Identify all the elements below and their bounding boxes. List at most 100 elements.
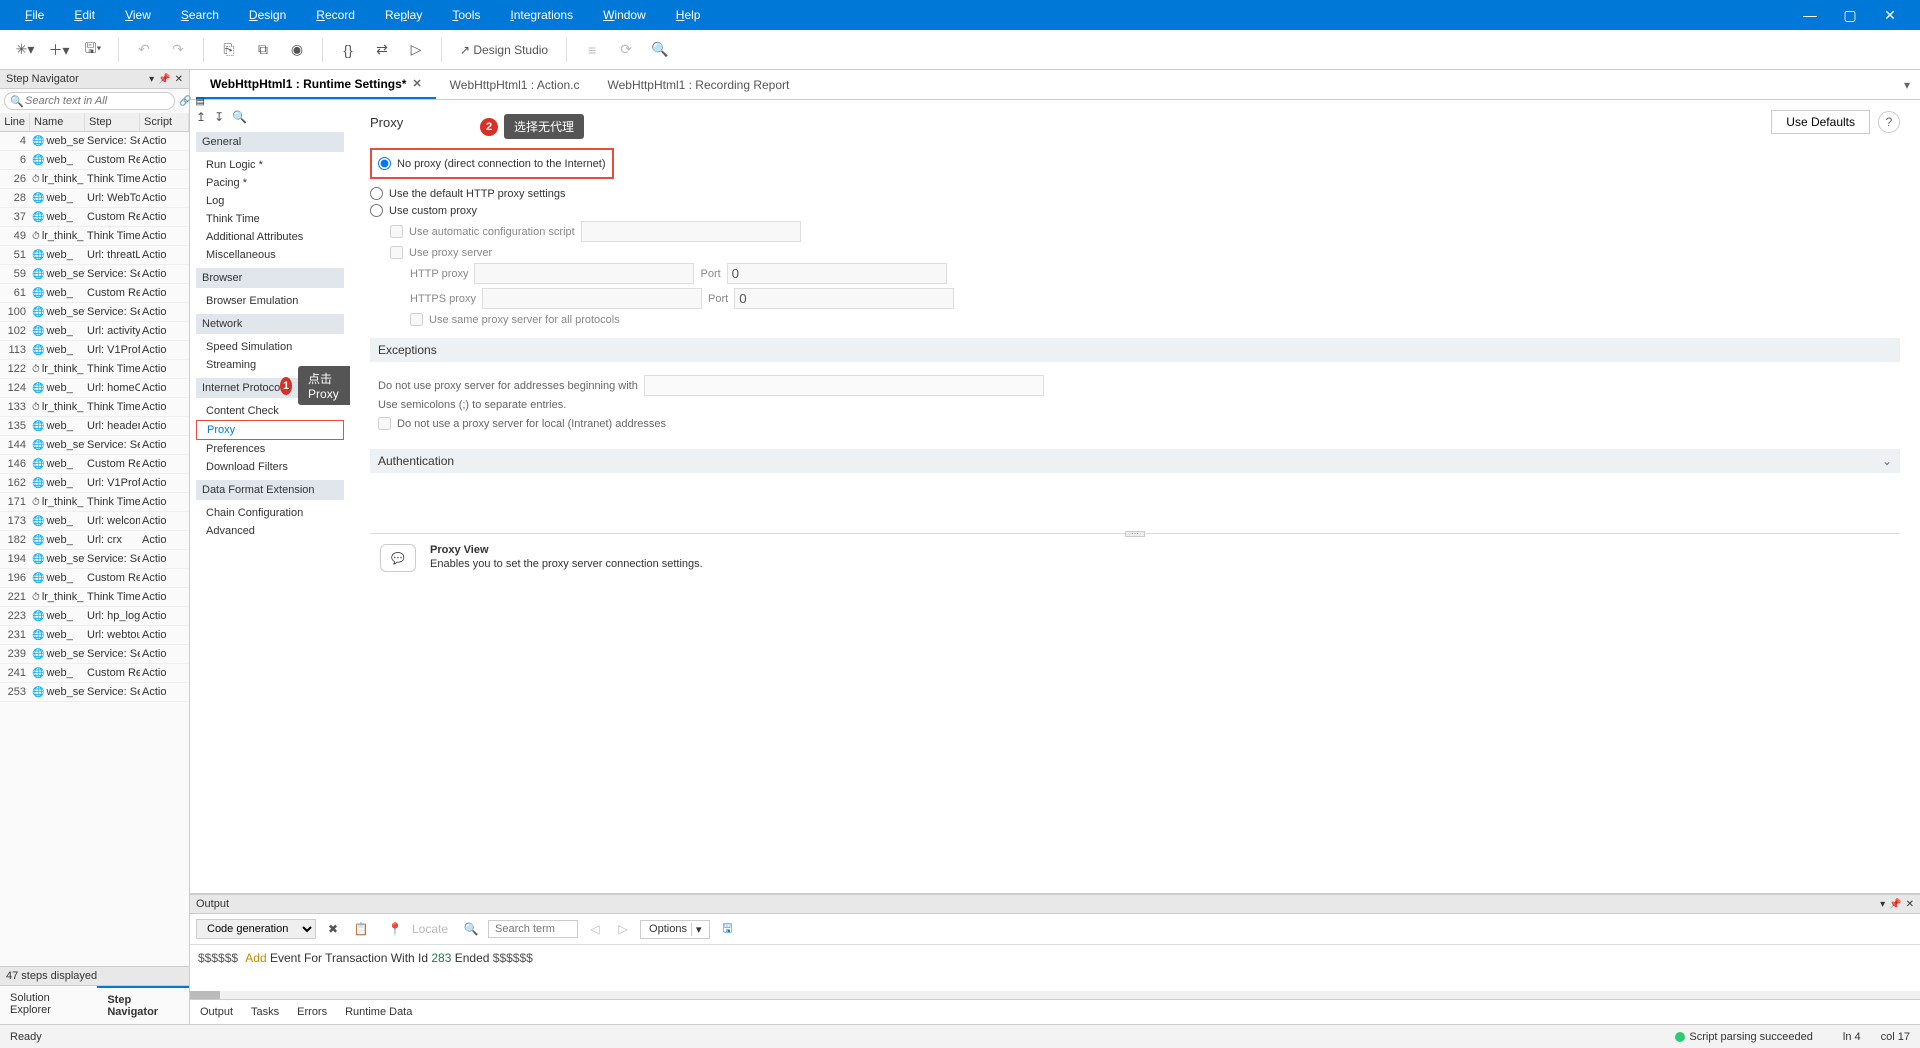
- output-scrollbar[interactable]: [190, 991, 1920, 999]
- col-name-header[interactable]: Name: [30, 113, 85, 131]
- step-row[interactable]: 113🌐web_Url: V1ProfilActio: [0, 341, 189, 360]
- import-icon[interactable]: ↧: [214, 110, 224, 124]
- redo-button[interactable]: ↷: [163, 35, 193, 65]
- item-pacing[interactable]: Pacing *: [196, 174, 344, 192]
- out-tab-output[interactable]: Output: [200, 1006, 233, 1018]
- tab-solution-explorer[interactable]: Solution Explorer: [0, 986, 97, 1024]
- col-script-header[interactable]: Script: [140, 113, 189, 131]
- menu-view[interactable]: View: [110, 8, 166, 22]
- item-speed-sim[interactable]: Speed Simulation: [196, 338, 344, 356]
- step-row[interactable]: 223🌐web_Url: hp_logoActio: [0, 607, 189, 626]
- step-row[interactable]: 49⏱lr_think_Think Time -Actio: [0, 227, 189, 246]
- output-pin-icon[interactable]: 📌: [1889, 899, 1901, 910]
- radio-no-proxy-input[interactable]: [378, 157, 391, 170]
- item-advanced[interactable]: Advanced: [196, 522, 344, 540]
- item-think-time[interactable]: Think Time: [196, 210, 344, 228]
- step-row[interactable]: 26⏱lr_think_Think Time -Actio: [0, 170, 189, 189]
- output-search-icon[interactable]: 🔍: [460, 918, 482, 940]
- search-next-icon[interactable]: ▷: [612, 918, 634, 940]
- auth-expand-icon[interactable]: ⌄: [1882, 454, 1892, 468]
- tabs-overflow-icon[interactable]: ▾: [1894, 78, 1920, 92]
- undo-button[interactable]: ↶: [129, 35, 159, 65]
- play-button[interactable]: ▷: [401, 35, 431, 65]
- panel-close-icon[interactable]: ✕: [175, 74, 183, 85]
- step-row[interactable]: 6🌐web_Custom RecActio: [0, 151, 189, 170]
- out-tab-errors[interactable]: Errors: [297, 1006, 327, 1018]
- radio-default-proxy-input[interactable]: [370, 187, 383, 200]
- col-step-header[interactable]: Step: [85, 113, 140, 131]
- search-tool-icon[interactable]: 🔍: [645, 35, 675, 65]
- item-chain-config[interactable]: Chain Configuration: [196, 504, 344, 522]
- step-row[interactable]: 171⏱lr_think_Think Time -Actio: [0, 493, 189, 512]
- out-tab-tasks[interactable]: Tasks: [251, 1006, 279, 1018]
- step-row[interactable]: 102🌐web_Url: activitysActio: [0, 322, 189, 341]
- radio-default-proxy[interactable]: Use the default HTTP proxy settings: [370, 187, 1900, 200]
- tool-btn-1[interactable]: ⎘: [214, 35, 244, 65]
- step-nav-search-input[interactable]: [4, 92, 175, 110]
- menu-record[interactable]: Record: [301, 8, 370, 22]
- col-line-header[interactable]: Line: [0, 113, 30, 131]
- add-dropdown[interactable]: ＋▾: [44, 35, 74, 65]
- step-row[interactable]: 4🌐web_setService: SetActio: [0, 132, 189, 151]
- menu-edit[interactable]: Edit: [59, 8, 110, 22]
- output-body[interactable]: $$$$$$ Add Event For Transaction With Id…: [190, 945, 1920, 991]
- item-download-filters[interactable]: Download Filters: [196, 458, 344, 476]
- help-button[interactable]: ?: [1878, 111, 1900, 133]
- menu-file[interactable]: File: [10, 8, 59, 22]
- step-row[interactable]: 196🌐web_Custom RecActio: [0, 569, 189, 588]
- item-misc[interactable]: Miscellaneous: [196, 246, 344, 264]
- step-row[interactable]: 146🌐web_Custom RecActio: [0, 455, 189, 474]
- step-row[interactable]: 194🌐web_setService: SetActio: [0, 550, 189, 569]
- output-filter-select[interactable]: Code generation: [196, 919, 316, 939]
- tab-step-navigator[interactable]: Step Navigator: [97, 986, 189, 1024]
- step-row[interactable]: 28🌐web_Url: WebTouActio: [0, 189, 189, 208]
- item-preferences[interactable]: Preferences: [196, 440, 344, 458]
- menu-replay[interactable]: Replay: [370, 8, 437, 22]
- step-row[interactable]: 61🌐web_Custom RecActio: [0, 284, 189, 303]
- cat-data-format[interactable]: Data Format Extension: [196, 480, 344, 500]
- tool-btn-2[interactable]: ⧉: [248, 35, 278, 65]
- design-studio-button[interactable]: ↗ Design Studio: [452, 43, 556, 57]
- menu-tools[interactable]: Tools: [437, 8, 495, 22]
- step-row[interactable]: 51🌐web_Url: threatLisActio: [0, 246, 189, 265]
- step-row[interactable]: 37🌐web_Custom RecActio: [0, 208, 189, 227]
- tab-action-c[interactable]: WebHttpHtml1 : Action.c: [436, 72, 594, 98]
- search-settings-icon[interactable]: 🔍: [232, 110, 247, 124]
- exceptions-section-header[interactable]: Exceptions: [370, 338, 1900, 362]
- step-row[interactable]: 231🌐web_Url: webtourActio: [0, 626, 189, 645]
- step-row[interactable]: 221⏱lr_think_Think Time -Actio: [0, 588, 189, 607]
- radio-custom-proxy[interactable]: Use custom proxy: [370, 204, 1900, 217]
- menu-window[interactable]: Window: [588, 8, 661, 22]
- menu-help[interactable]: Help: [661, 8, 716, 22]
- save-dropdown[interactable]: 🖫▾: [78, 35, 108, 65]
- out-tab-runtime[interactable]: Runtime Data: [345, 1006, 412, 1018]
- search-prev-icon[interactable]: ◁: [584, 918, 606, 940]
- step-row[interactable]: 182🌐web_Url: crxActio: [0, 531, 189, 550]
- radio-custom-proxy-input[interactable]: [370, 204, 383, 217]
- record-button[interactable]: ◉: [282, 35, 312, 65]
- radio-no-proxy[interactable]: No proxy (direct connection to the Inter…: [378, 157, 606, 170]
- cat-network[interactable]: Network: [196, 314, 344, 334]
- tab-recording-report[interactable]: WebHttpHtml1 : Recording Report: [594, 72, 804, 98]
- step-row[interactable]: 135🌐web_Url: header.lActio: [0, 417, 189, 436]
- step-row[interactable]: 239🌐web_setService: SetActio: [0, 645, 189, 664]
- export-icon[interactable]: ↥: [196, 110, 206, 124]
- item-browser-emu[interactable]: Browser Emulation: [196, 292, 344, 310]
- item-log[interactable]: Log: [196, 192, 344, 210]
- cat-general[interactable]: General: [196, 132, 344, 152]
- compile-button[interactable]: ⇄: [367, 35, 397, 65]
- window-close[interactable]: ✕: [1870, 7, 1910, 24]
- auth-section-header[interactable]: Authentication ⌄: [370, 449, 1900, 473]
- save-output-icon[interactable]: 🖫: [716, 918, 738, 940]
- clear-output-icon[interactable]: ✖: [322, 918, 344, 940]
- cat-browser[interactable]: Browser: [196, 268, 344, 288]
- step-row[interactable]: 124🌐web_Url: homeClActio: [0, 379, 189, 398]
- tab-runtime-settings[interactable]: WebHttpHtml1 : Runtime Settings* ✕: [196, 71, 436, 99]
- panel-pin-icon[interactable]: 📌: [158, 74, 170, 85]
- step-row[interactable]: 241🌐web_Custom RecActio: [0, 664, 189, 683]
- step-row[interactable]: 100🌐web_setService: SetActio: [0, 303, 189, 322]
- drag-handle-icon[interactable]: ⋯: [1125, 531, 1145, 537]
- window-maximize[interactable]: ▢: [1830, 7, 1870, 24]
- item-proxy[interactable]: Proxy: [196, 420, 344, 440]
- menu-search[interactable]: Search: [166, 8, 234, 22]
